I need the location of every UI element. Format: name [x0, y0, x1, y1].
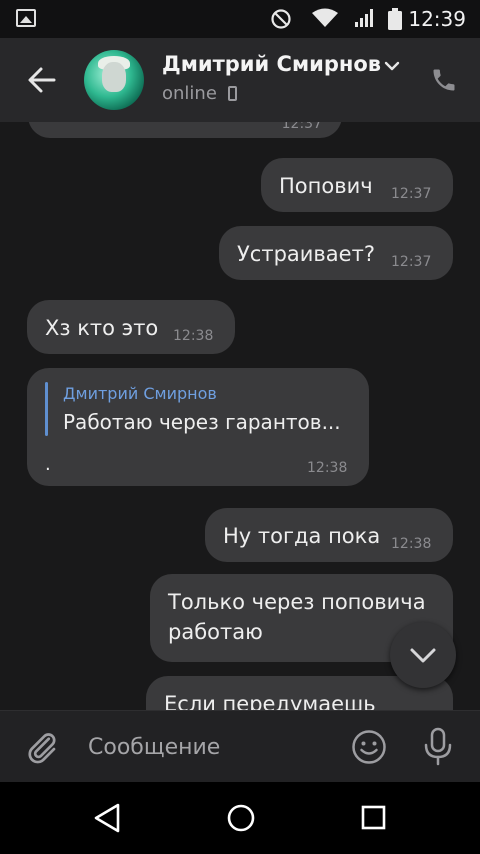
message-text: Ну тогда пока	[223, 524, 381, 548]
message-bubble-outgoing[interactable]: Попович 12:37	[261, 158, 453, 212]
message-text: .	[45, 454, 51, 475]
phone-call-icon[interactable]	[430, 66, 458, 94]
message-bubble-incoming[interactable]: 12:37	[28, 122, 342, 138]
status-bar: 12:39	[0, 0, 480, 38]
recents-square-icon[interactable]	[360, 802, 388, 834]
message-time: 12:37	[391, 254, 432, 270]
message-time: 12:37	[281, 122, 322, 132]
home-circle-icon[interactable]	[225, 802, 257, 834]
contact-status: online	[162, 83, 217, 104]
battery-icon	[388, 8, 402, 30]
back-triangle-icon[interactable]	[92, 802, 122, 834]
chat-header: Дмитрий Смирнов online	[0, 38, 480, 122]
message-time: 12:38	[391, 536, 432, 552]
wifi-icon	[312, 8, 338, 27]
status-time: 12:39	[408, 7, 466, 31]
message-time: 12:38	[307, 460, 348, 476]
system-nav-bar	[0, 782, 480, 854]
back-arrow-icon[interactable]	[24, 62, 60, 98]
signal-icon	[355, 9, 373, 27]
image-icon	[16, 9, 36, 27]
message-text: Попович	[279, 174, 373, 198]
mobile-device-icon	[228, 86, 237, 101]
reply-preview-text[interactable]: Работаю через гарантов...	[63, 410, 341, 434]
reply-quote-bar	[45, 382, 48, 436]
message-text: Только через поповича	[168, 590, 426, 614]
message-text: Устраивает?	[237, 242, 375, 266]
message-bubble-incoming-reply[interactable]: Дмитрий Смирнов Работаю через гарантов..…	[27, 368, 369, 486]
paperclip-icon[interactable]	[24, 729, 60, 765]
chevron-down-icon[interactable]	[384, 60, 400, 72]
message-bubble-outgoing[interactable]: Ну тогда пока 12:38	[205, 508, 453, 562]
message-input[interactable]	[86, 729, 340, 765]
reply-author[interactable]: Дмитрий Смирнов	[63, 384, 217, 403]
contact-name[interactable]: Дмитрий Смирнов	[162, 52, 381, 76]
message-bubble-incoming[interactable]: Хз кто это 12:38	[27, 300, 235, 354]
message-time: 12:38	[173, 328, 214, 344]
message-text: Если передумаешь	[164, 692, 376, 710]
message-time: 12:37	[391, 186, 432, 202]
microphone-icon[interactable]	[422, 727, 454, 767]
avatar[interactable]	[84, 50, 144, 110]
scroll-to-bottom-button[interactable]	[390, 622, 456, 688]
message-text: Хз кто это	[45, 316, 159, 340]
chevron-down-icon	[410, 648, 436, 663]
message-bubble-outgoing[interactable]: Устраивает? 12:37	[219, 226, 453, 280]
do-not-disturb-icon	[271, 9, 291, 29]
message-text: работаю	[168, 620, 263, 644]
message-composer	[0, 710, 480, 783]
emoji-icon[interactable]	[351, 729, 387, 765]
